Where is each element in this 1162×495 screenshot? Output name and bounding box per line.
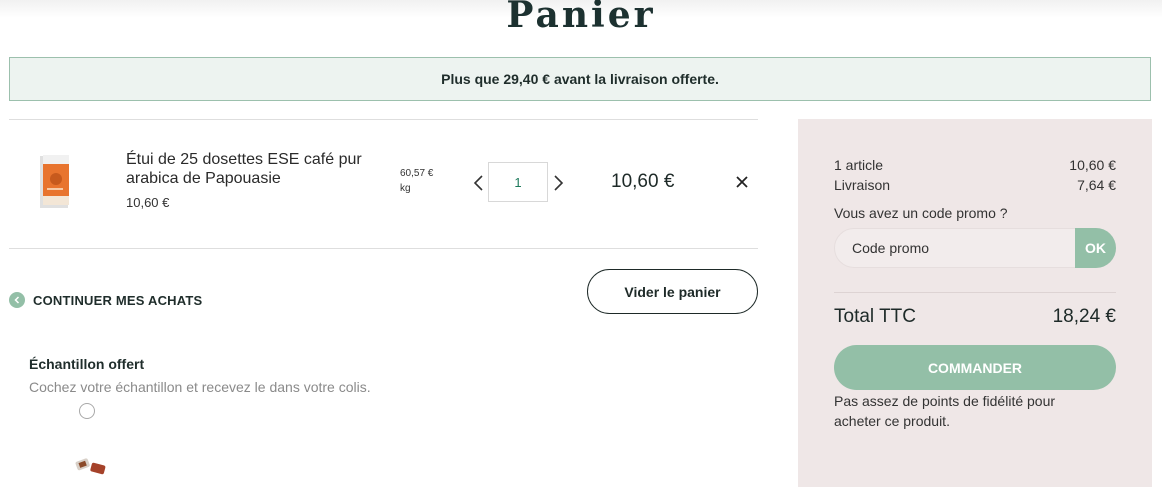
sample-image: [75, 458, 106, 475]
unit-price-value: 60,57 €: [400, 168, 434, 179]
articles-value: 10,60 €: [1069, 157, 1116, 173]
product-price: 10,60 €: [126, 195, 170, 210]
close-icon[interactable]: [733, 173, 751, 191]
sample-radio[interactable]: [79, 403, 95, 419]
continue-shopping-label: CONTINUER MES ACHATS: [33, 292, 203, 308]
sample-title: Échantillon offert: [29, 356, 145, 372]
order-summary: 1 article 10,60 € Livraison 7,64 € Vous …: [798, 119, 1152, 487]
total-row: Total TTC 18,24 €: [834, 306, 1116, 328]
free-shipping-text: Plus que 29,40 € avant la livraison offe…: [441, 71, 719, 87]
articles-label: 1 article: [834, 157, 884, 173]
chevron-right-icon[interactable]: [548, 171, 568, 195]
unit-price-unit: kg: [400, 183, 411, 194]
promo-ok-button[interactable]: OK: [1075, 228, 1116, 268]
order-button[interactable]: COMMANDER: [834, 345, 1116, 390]
sample-description: Cochez votre échantillon et recevez le d…: [29, 379, 371, 395]
continue-shopping-link[interactable]: CONTINUER MES ACHATS: [9, 292, 202, 308]
chevron-left-icon[interactable]: [469, 171, 489, 195]
back-arrow-icon: [9, 292, 25, 308]
shipping-label: Livraison: [834, 177, 891, 193]
product-name[interactable]: Étui de 25 dosettes ESE café pur arabica…: [126, 150, 386, 188]
loyalty-note: Pas assez de points de fidélité pour ach…: [834, 393, 1056, 429]
empty-cart-button[interactable]: Vider le panier: [587, 269, 758, 314]
promo-code-input[interactable]: [834, 228, 1074, 268]
quantity-input[interactable]: [488, 162, 548, 202]
total-value: 18,24 €: [1052, 306, 1116, 327]
free-shipping-banner: Plus que 29,40 € avant la livraison offe…: [9, 57, 1151, 101]
shipping-value: 7,64 €: [1077, 177, 1116, 193]
summary-divider: [834, 292, 1116, 293]
total-label: Total TTC: [834, 306, 917, 327]
product-image[interactable]: [38, 152, 72, 210]
shipping-row: Livraison 7,64 €: [834, 177, 1116, 193]
divider-top: [9, 119, 758, 120]
page-title: Panier: [506, 0, 656, 36]
articles-row: 1 article 10,60 €: [834, 157, 1116, 173]
unit-price: 60,57 € kg: [400, 166, 450, 196]
divider-bottom: [9, 248, 758, 249]
line-total: 10,60 €: [611, 171, 675, 192]
promo-question: Vous avez un code promo ?: [834, 205, 1008, 221]
